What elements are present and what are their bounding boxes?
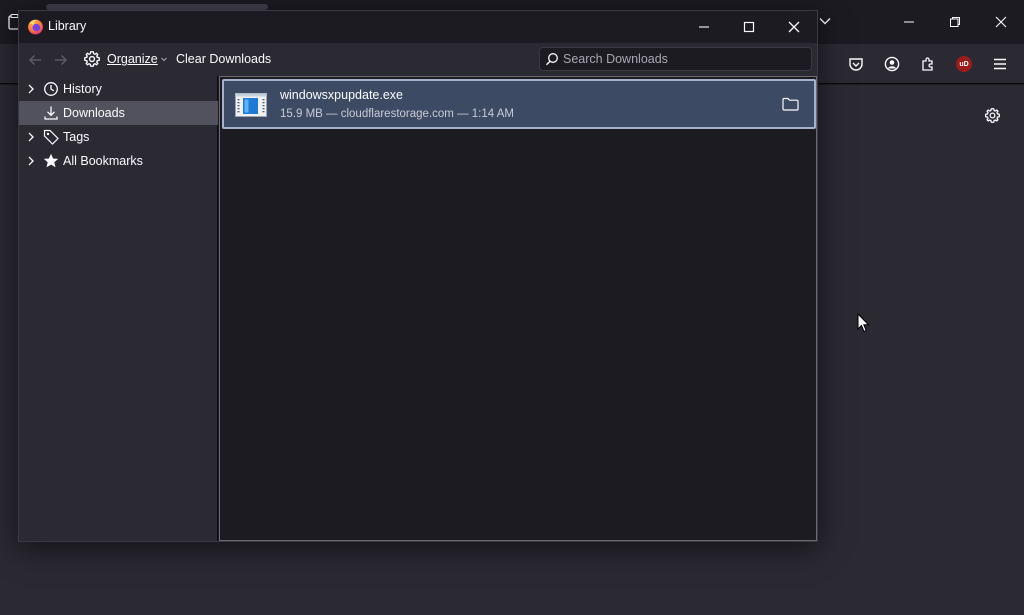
search-downloads-field[interactable] (539, 47, 812, 71)
sidebar-item-label: All Bookmarks (63, 154, 143, 168)
sidebar-item-downloads[interactable]: Downloads (19, 101, 218, 125)
library-toolbar: Organize Clear Downloads (19, 43, 817, 76)
window-title: Library (48, 19, 87, 33)
menu-icon (994, 58, 1006, 70)
library-titlebar: Library (19, 11, 817, 43)
chevron-right-icon[interactable] (25, 83, 37, 95)
account-button[interactable] (876, 48, 908, 80)
search-input[interactable] (563, 52, 803, 66)
download-icon (44, 106, 58, 120)
sidebar-item-label: Downloads (63, 106, 125, 120)
maximize-icon (743, 21, 755, 33)
search-icon (546, 53, 558, 66)
gear-icon (84, 51, 100, 67)
download-filename: windowsxpupdate.exe (280, 88, 403, 102)
ublock-button[interactable]: uD (948, 48, 980, 80)
restore-icon (950, 17, 960, 27)
mouse-cursor (857, 313, 870, 333)
library-minimize-button[interactable] (681, 11, 727, 43)
chevron-right-icon[interactable] (25, 155, 37, 167)
extensions-button[interactable] (912, 48, 944, 80)
library-sidebar: History Downloads Tags All Bookmarks (19, 76, 218, 541)
chevron-down-icon (160, 57, 167, 62)
sidebar-item-all-bookmarks[interactable]: All Bookmarks (19, 149, 218, 173)
library-window: Library Organize Clear Downloads Search … (18, 10, 818, 542)
organize-label: Organize (107, 52, 158, 66)
download-status: 15.9 MB — cloudflarestorage.com — 1:14 A… (280, 108, 514, 120)
sidebar-item-history[interactable]: History (19, 77, 218, 101)
back-arrow-icon (28, 54, 41, 66)
sidebar-item-label: Tags (63, 130, 90, 144)
minimize-icon (699, 26, 709, 28)
star-icon (43, 153, 59, 168)
settings-gear-button[interactable] (984, 107, 1001, 124)
minimize-icon (904, 21, 914, 23)
app-menu-button[interactable] (984, 48, 1016, 80)
account-icon (884, 56, 900, 72)
extensions-icon (922, 57, 933, 71)
forward-button[interactable] (53, 52, 69, 68)
ublock-icon: uD (956, 56, 972, 72)
back-button[interactable] (27, 52, 43, 68)
sidebar-item-tags[interactable]: Tags (19, 125, 218, 149)
browser-restore-button[interactable] (932, 0, 978, 44)
pocket-icon (849, 58, 863, 71)
close-icon (788, 21, 800, 33)
library-maximize-button[interactable] (726, 11, 772, 43)
sidebar-item-label: History (63, 82, 102, 96)
library-close-button[interactable] (771, 11, 817, 43)
show-in-folder-button[interactable] (782, 97, 799, 111)
open-folder-icon (782, 97, 799, 111)
close-icon (995, 16, 1007, 28)
download-list-item[interactable]: windowsxpupdate.exe 15.9 MB — cloudflare… (222, 79, 816, 129)
clock-icon (44, 82, 58, 96)
chevron-right-icon[interactable] (25, 131, 37, 143)
tag-icon (43, 129, 59, 145)
gear-icon (984, 107, 1001, 124)
browser-minimize-button[interactable] (886, 0, 932, 44)
firefox-logo-icon (27, 18, 44, 35)
exe-file-icon (235, 93, 267, 117)
downloads-list: windowsxpupdate.exe 15.9 MB — cloudflare… (219, 76, 817, 541)
clear-downloads-button[interactable]: Clear Downloads (176, 52, 271, 66)
pocket-button[interactable] (840, 48, 872, 80)
forward-arrow-icon (55, 54, 68, 66)
organize-button[interactable]: Organize (83, 50, 168, 68)
browser-close-button[interactable] (978, 0, 1024, 44)
list-all-tabs-icon[interactable] (818, 14, 832, 28)
